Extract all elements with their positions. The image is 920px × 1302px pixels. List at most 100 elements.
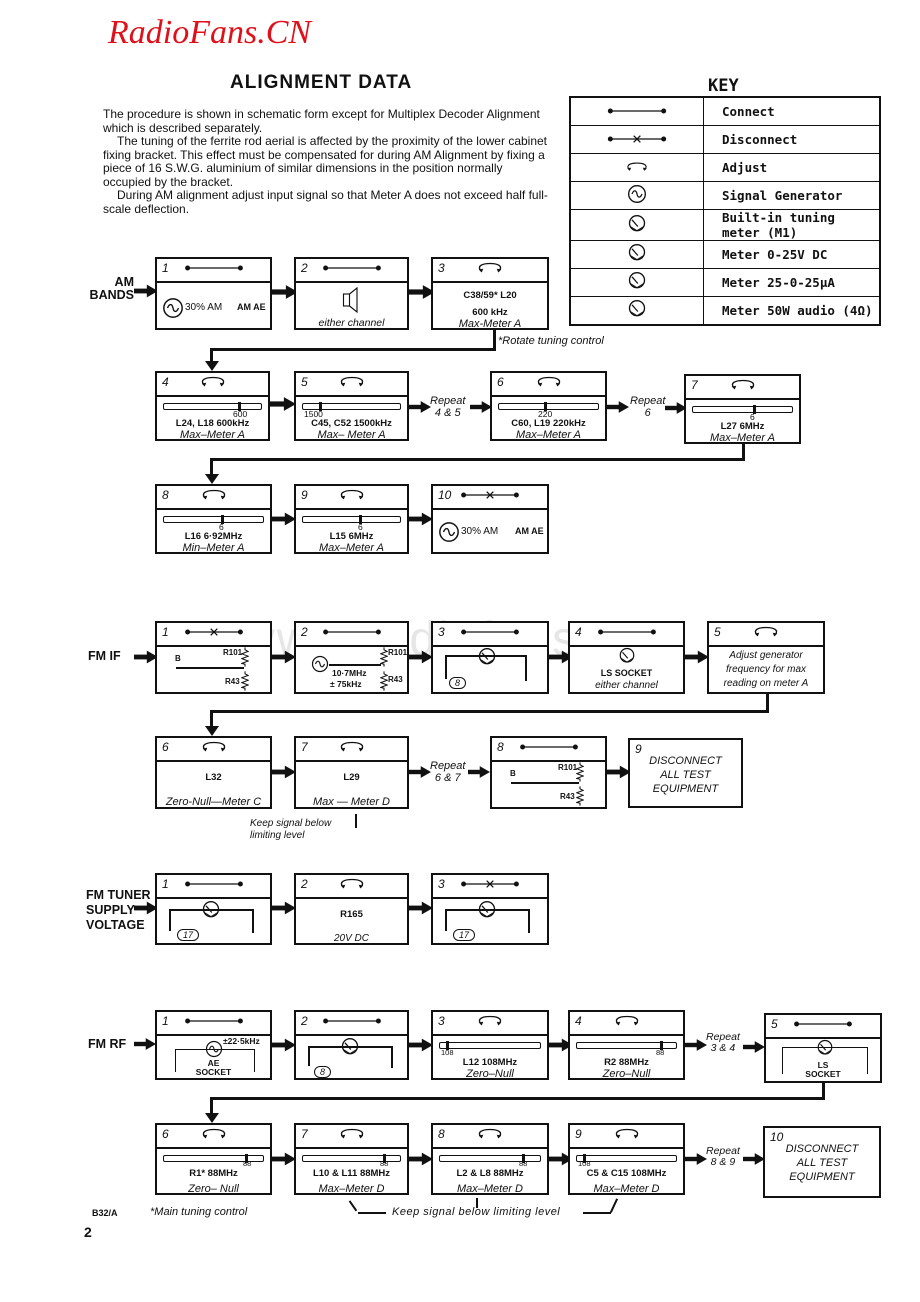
connect-icon <box>516 741 582 753</box>
meter-b-icon <box>477 900 497 920</box>
tuning-scale <box>163 515 264 524</box>
am-step-1: 1 30% AM AM AE <box>155 257 272 330</box>
adjust-icon <box>534 376 564 388</box>
wire <box>445 909 447 931</box>
fmrf-step-2: 2 8 <box>294 1010 409 1080</box>
step-caption: Max–Meter D <box>456 1183 524 1195</box>
component-label: C38/59* L20 <box>463 290 517 301</box>
key-label: Adjust <box>703 153 881 182</box>
key-row: Meter 0-25V DC <box>569 240 881 269</box>
page-title: ALIGNMENT DATA <box>230 72 413 93</box>
wire <box>176 667 244 669</box>
tuning-scale <box>692 405 793 414</box>
note-pointer <box>358 1212 386 1214</box>
repeat-note: Repeat 3 & 4 <box>706 1031 740 1054</box>
key-table: Connect Disconnect Adjust Signal Generat… <box>569 96 881 326</box>
resistor-icon <box>576 784 584 808</box>
flow-arrow <box>272 650 296 664</box>
fmrf-step-8: 8 88 L2 & L8 88MHz Max–Meter D <box>431 1123 549 1195</box>
step-caption: Zero–Null <box>602 1068 651 1080</box>
meter-b-icon <box>201 900 221 920</box>
step-number: 2 <box>301 1014 308 1028</box>
site-watermark: RadioFans.CN <box>108 14 312 51</box>
wire <box>169 909 171 931</box>
flow-arrow <box>409 400 431 414</box>
flow-arrow <box>409 1152 433 1166</box>
connect-icon <box>457 626 523 638</box>
flow-arrowhead <box>205 726 219 736</box>
flow-arrowhead <box>205 361 219 371</box>
flow-arrow <box>685 650 709 664</box>
meter-c-icon <box>340 1037 360 1057</box>
flow-arrow <box>468 765 490 779</box>
intro-text: The procedure is shown in schematic form… <box>103 107 553 216</box>
page-number: 2 <box>84 1224 92 1240</box>
meter-d-icon <box>618 647 636 665</box>
step-number: 5 <box>714 625 721 639</box>
fmrf-step-4: 4 88 R2 88MHz Zero–Null <box>568 1010 685 1080</box>
step-caption: Max–Meter D <box>318 1183 385 1195</box>
component-label: L10 & L11 88MHz <box>312 1168 391 1179</box>
adjust-icon <box>475 1015 505 1027</box>
connect-icon <box>181 878 247 890</box>
footnote-rotate-tuning: *Rotate tuning control <box>498 335 604 347</box>
step-number: 4 <box>162 375 169 389</box>
flow-arrow <box>272 512 296 526</box>
adjust-icon <box>199 741 229 753</box>
scale-label: 88 <box>243 1159 252 1168</box>
step-number: 6 <box>497 375 504 389</box>
component-label: L2 & L8 88MHz <box>456 1168 524 1179</box>
step-caption: either channel <box>595 680 658 691</box>
tuning-scale <box>302 515 401 524</box>
adjust-icon <box>612 1128 642 1140</box>
step-number: 2 <box>301 877 308 891</box>
component-label: C45, C52 1500kHz <box>311 418 392 429</box>
step-number: 3 <box>438 877 445 891</box>
am-step-10: 10 30% AM AM AE <box>431 484 549 554</box>
resistor-icon <box>241 647 249 667</box>
repeat-note: Repeat 6 <box>630 395 666 419</box>
step-caption: Max–Meter A <box>709 432 775 444</box>
note-pointer <box>583 1212 611 1214</box>
pin-number: 8 <box>314 1066 332 1078</box>
adjust-icon <box>612 1015 642 1027</box>
adjust-icon <box>624 162 650 172</box>
intro-paragraph: During AM alignment adjust input signal … <box>103 188 548 216</box>
wire <box>511 782 579 784</box>
flow-arrow <box>685 1038 707 1052</box>
resistor-label: R43 <box>388 675 403 684</box>
flow-arrow <box>272 1152 296 1166</box>
key-label: Signal Generator <box>703 181 881 210</box>
component-label: L16 6·92MHz <box>184 531 243 542</box>
key-label: Built-in tuning meter (M1) <box>703 209 881 241</box>
step-number: 9 <box>575 1127 582 1141</box>
key-row: Connect <box>569 96 881 126</box>
disconnect-icon <box>457 489 523 501</box>
wire <box>525 655 527 681</box>
tuning-scale <box>576 1154 677 1163</box>
wire <box>329 664 381 666</box>
connect-icon <box>181 262 247 274</box>
limiting-level-note: Keep signal below limiting level <box>250 818 332 841</box>
component-label: C5 & C15 108MHz <box>586 1168 667 1179</box>
am-step-7: 7 6 L27 6MHz Max–Meter A <box>684 374 801 444</box>
signal-generator-icon <box>438 521 460 543</box>
meter-a-icon <box>627 213 647 235</box>
step-instruction: Adjust generator frequency for max readi… <box>723 650 809 689</box>
component-label: L27 6MHz <box>720 421 765 432</box>
flow-arrow <box>134 1037 156 1051</box>
step-number: 7 <box>301 1127 308 1141</box>
am-step-6: 6 220 C60, L19 220kHz Max–Meter A <box>490 371 607 441</box>
step-number: 6 <box>162 740 169 754</box>
flow-arrow <box>272 901 296 915</box>
step-caption: Max– Meter A <box>317 429 386 441</box>
step-number: 3 <box>438 1014 445 1028</box>
repeat-note: Repeat 6 & 7 <box>430 760 466 784</box>
flow-arrowhead <box>205 474 219 484</box>
flow-arrow <box>470 400 492 414</box>
flow-line <box>210 348 496 351</box>
resistor-icon <box>380 669 388 693</box>
step-caption: Max–Meter D <box>593 1183 660 1195</box>
socket-label: AE SOCKET <box>195 1058 232 1077</box>
adjust-icon <box>337 878 367 890</box>
